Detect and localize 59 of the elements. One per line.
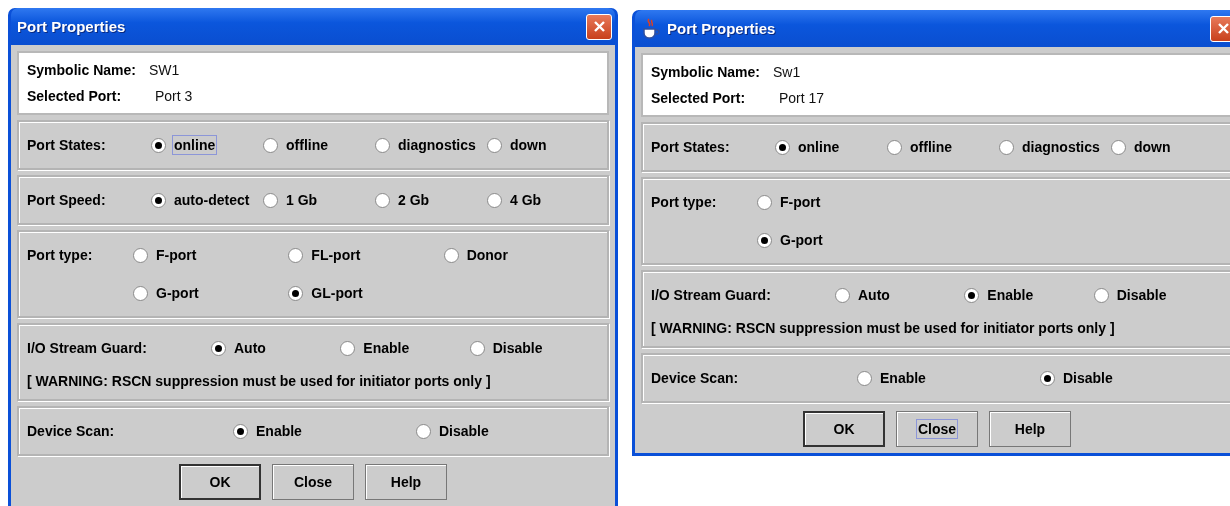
info-value: Sw1 — [773, 64, 801, 80]
window-title: Port Properties — [667, 20, 777, 37]
radio-option[interactable]: Disable — [416, 421, 491, 441]
radio-option[interactable]: F-port — [757, 192, 823, 212]
group-label: Port Speed: — [27, 192, 107, 208]
dialog-button[interactable]: OK — [179, 464, 261, 500]
group-label: Device Scan: — [651, 370, 740, 386]
radio-option[interactable]: Enable — [964, 285, 1036, 305]
radio-option[interactable]: G-port — [757, 230, 825, 250]
radio-option[interactable]: F-port — [133, 245, 199, 265]
radio-option[interactable]: GL-port — [288, 283, 365, 303]
dialog-button[interactable]: OK — [803, 411, 885, 447]
radio-option[interactable]: online — [775, 137, 842, 157]
radio-option[interactable]: offline — [887, 137, 954, 157]
radio-option[interactable]: Auto — [835, 285, 892, 305]
radio-option[interactable]: Enable — [857, 368, 928, 388]
radio-option[interactable]: Disable — [469, 338, 545, 358]
radio-option[interactable]: Auto — [211, 338, 268, 358]
info-label: Selected Port: — [651, 90, 747, 106]
info-value: SW1 — [149, 62, 180, 78]
radio-option[interactable]: Disable — [1093, 285, 1169, 305]
radio-option[interactable]: down — [487, 135, 549, 155]
radio-option[interactable]: Donor — [443, 245, 510, 265]
dialog-button[interactable]: Help — [989, 411, 1071, 447]
close-icon — [1216, 22, 1230, 35]
window-title: Port Properties — [17, 18, 127, 35]
radio-option[interactable]: diagnostics — [375, 135, 478, 155]
group-label: I/O Stream Guard: — [27, 340, 148, 356]
info-label: Symbolic Name: — [27, 62, 137, 78]
info-label: Symbolic Name: — [651, 64, 761, 80]
group-label: Port type: — [27, 247, 94, 263]
warning-text: [ WARNING: RSCN suppression must be used for initiator ports only ] — [651, 320, 1116, 336]
group-label: Port type: — [651, 194, 718, 210]
radio-option[interactable]: 2 Gb — [375, 190, 432, 210]
group-label: I/O Stream Guard: — [651, 287, 772, 303]
dialog-button[interactable]: Close — [896, 411, 978, 447]
group-label: Port States: — [651, 139, 731, 155]
radio-option[interactable]: Enable — [340, 338, 412, 358]
radio-option[interactable]: Disable — [1040, 368, 1115, 388]
radio-option[interactable]: FL-port — [288, 245, 363, 265]
radio-option[interactable]: offline — [263, 135, 330, 155]
dialog-button[interactable]: Help — [365, 464, 447, 500]
radio-option[interactable]: auto-detect — [151, 190, 252, 210]
warning-text: [ WARNING: RSCN suppression must be used for initiator ports only ] — [27, 373, 492, 389]
close-button[interactable] — [1210, 15, 1230, 42]
group-label: Device Scan: — [27, 423, 116, 439]
close-button[interactable] — [586, 13, 612, 40]
radio-option[interactable]: diagnostics — [999, 137, 1102, 157]
radio-option[interactable]: Enable — [233, 421, 304, 441]
radio-option[interactable]: G-port — [133, 283, 201, 303]
radio-option[interactable]: 1 Gb — [263, 190, 320, 210]
info-value: Port 17 — [779, 90, 825, 106]
info-value: Port 3 — [155, 88, 193, 104]
radio-option[interactable]: 4 Gb — [487, 190, 544, 210]
info-label: Selected Port: — [27, 88, 123, 104]
radio-option[interactable]: down — [1111, 137, 1173, 157]
group-label: Port States: — [27, 137, 107, 153]
close-icon — [592, 20, 606, 33]
dialog-button[interactable]: Close — [272, 464, 354, 500]
